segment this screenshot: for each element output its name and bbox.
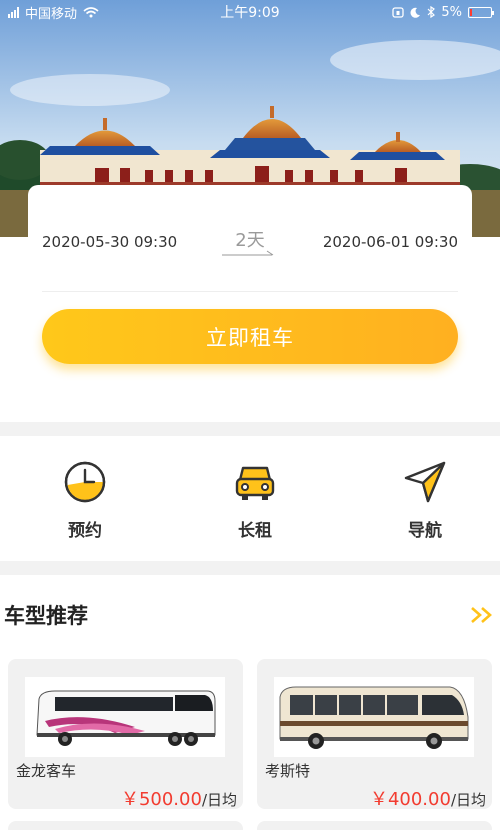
wifi-icon	[83, 6, 99, 17]
duration-label: 2天	[235, 230, 265, 251]
date-range-row: 2020-05-30 09:30 2天 2020-06-01 09:30	[42, 227, 458, 257]
minibus-image	[279, 686, 469, 749]
quick-item-label: 导航	[408, 521, 442, 541]
quick-item-label: 长租	[238, 521, 272, 541]
bluetooth-icon	[427, 6, 436, 18]
rental-duration: 2天	[220, 226, 280, 258]
car-name: 金龙客车	[16, 762, 77, 780]
car-image	[25, 677, 225, 757]
car-price: ￥500.00/日均	[121, 785, 237, 809]
quick-item-long-rent[interactable]: 长租	[210, 436, 300, 561]
navigation-icon	[403, 460, 447, 504]
quick-menu: 预约 长租 导航	[0, 436, 500, 561]
coach-bus-image	[36, 690, 216, 746]
card-divider	[42, 291, 458, 292]
status-bar: 中国移动 上午9:09 5%	[0, 0, 500, 24]
price-unit: /日均	[201, 791, 237, 809]
carrier-label: 中国移动	[25, 6, 78, 22]
recommendations-section: 车型推荐 金龙客车 ￥500.00/日均 考斯特 ￥400.00/日均	[0, 575, 500, 830]
moon-icon	[410, 7, 421, 18]
start-datetime[interactable]: 2020-05-30 09:30	[42, 233, 177, 251]
car-name: 考斯特	[265, 762, 311, 780]
recommendations-header: 车型推荐	[0, 575, 500, 655]
clock-icon	[63, 460, 107, 504]
double-chevron-right-icon[interactable]	[470, 605, 494, 625]
rotation-lock-icon	[392, 6, 405, 18]
rent-now-button[interactable]: 立即租车	[42, 309, 458, 364]
quick-item-navigation[interactable]: 导航	[380, 436, 470, 561]
price-amount: ￥500.00	[120, 789, 202, 809]
car-price: ￥400.00/日均	[370, 785, 486, 809]
price-unit: /日均	[450, 791, 486, 809]
booking-card: 2020-05-30 09:30 2天 2020-06-01 09:30 立即租…	[28, 185, 472, 422]
quick-item-reserve[interactable]: 预约	[40, 436, 130, 561]
car-image	[274, 677, 474, 757]
arrow-right-icon	[222, 250, 274, 256]
section-title: 车型推荐	[4, 604, 88, 628]
signal-icon	[8, 6, 19, 18]
car-card-partial[interactable]	[8, 821, 243, 830]
car-card[interactable]: 金龙客车 ￥500.00/日均	[8, 659, 243, 809]
car-list: 金龙客车 ￥500.00/日均 考斯特 ￥400.00/日均	[8, 659, 492, 809]
car-card[interactable]: 考斯特 ￥400.00/日均	[257, 659, 492, 809]
car-card-partial[interactable]	[257, 821, 492, 830]
battery-icon	[468, 6, 494, 18]
price-amount: ￥400.00	[369, 789, 451, 809]
battery-percent: 5%	[441, 4, 462, 20]
end-datetime[interactable]: 2020-06-01 09:30	[323, 233, 458, 251]
car-icon	[233, 460, 277, 504]
car-list-next-row	[8, 821, 492, 830]
quick-item-label: 预约	[68, 521, 102, 541]
